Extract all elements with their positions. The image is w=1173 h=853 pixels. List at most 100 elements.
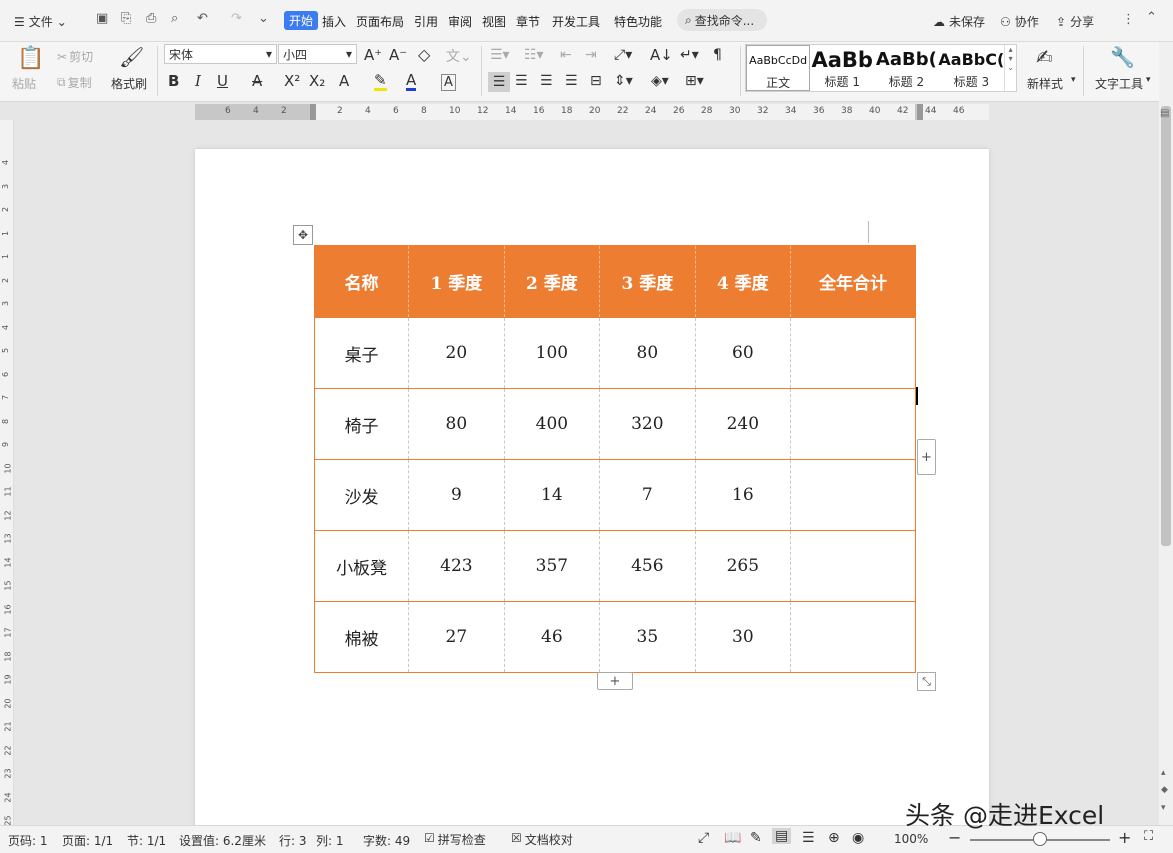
- strikethrough-icon[interactable]: A: [252, 72, 262, 90]
- table-resize-handle[interactable]: ⤡: [917, 672, 936, 691]
- table-cell[interactable]: 320: [599, 388, 696, 460]
- align-right-icon[interactable]: ☰: [540, 73, 553, 89]
- spell-check-button[interactable]: ☑ 拼写检查: [424, 831, 486, 848]
- redo-icon[interactable]: ↷: [231, 11, 242, 26]
- highlight-icon[interactable]: ✎: [374, 72, 387, 91]
- table-cell[interactable]: 小板凳: [314, 530, 410, 602]
- zoom-slider-knob[interactable]: [1033, 832, 1047, 846]
- table-cell[interactable]: 7: [599, 459, 696, 531]
- print-icon[interactable]: ⎙: [146, 11, 156, 26]
- increase-indent-icon[interactable]: ⇥: [585, 47, 597, 63]
- format-painter-button[interactable]: 格式刷: [111, 75, 147, 92]
- fullscreen-icon[interactable]: ⤢: [698, 830, 709, 846]
- justify-icon[interactable]: ☰: [565, 73, 578, 89]
- unsaved-button[interactable]: ☁ 未保存: [933, 13, 985, 30]
- undo-icon[interactable]: ↶: [197, 11, 208, 26]
- table-cell[interactable]: 357: [504, 530, 601, 602]
- status-word-count[interactable]: 字数: 49: [363, 832, 410, 849]
- table-cell[interactable]: 456: [599, 530, 696, 602]
- header-cell[interactable]: 1 季度: [408, 245, 505, 318]
- doc-proof-button[interactable]: ☒ 文档校对: [511, 831, 573, 848]
- subscript-icon[interactable]: X₂: [309, 72, 325, 90]
- table-cell[interactable]: [790, 459, 916, 531]
- table-cell[interactable]: 14: [504, 459, 601, 531]
- copy-button[interactable]: ⧉ 复制: [57, 74, 92, 91]
- left-indent-marker[interactable]: [310, 104, 316, 120]
- status-pages[interactable]: 页面: 1/1: [62, 832, 113, 849]
- tab-chapter[interactable]: 章节: [516, 13, 540, 30]
- outline-view-icon[interactable]: ☰: [802, 830, 815, 846]
- right-indent-marker[interactable]: [917, 104, 923, 120]
- command-search[interactable]: ⌕ 查找命令...: [677, 9, 767, 31]
- tab-review[interactable]: 审阅: [448, 13, 472, 30]
- style-normal[interactable]: AaBbCcDd 正文: [746, 45, 811, 91]
- table-cell[interactable]: 60: [695, 317, 792, 389]
- paragraph-mark-icon[interactable]: ↵▾: [680, 47, 699, 63]
- zoom-out-icon[interactable]: −: [948, 828, 961, 847]
- bold-icon[interactable]: B: [168, 72, 179, 90]
- align-center-icon[interactable]: ☰: [515, 73, 528, 89]
- shading-icon[interactable]: ◈▾: [651, 73, 669, 89]
- header-cell[interactable]: 2 季度: [504, 245, 601, 318]
- shrink-font-icon[interactable]: A⁻: [389, 46, 407, 64]
- header-cell[interactable]: 全年合计: [790, 245, 916, 318]
- cut-button[interactable]: ✂ 剪切: [57, 48, 93, 65]
- borders-icon[interactable]: ⊞▾: [685, 73, 704, 89]
- scroll-up-icon[interactable]: ▴: [1161, 768, 1166, 778]
- table-cell[interactable]: [790, 317, 916, 389]
- save-icon[interactable]: ▣: [96, 11, 108, 26]
- add-column-button[interactable]: +: [917, 439, 936, 475]
- fit-page-icon[interactable]: ⛶: [1144, 829, 1153, 844]
- pinyin-icon[interactable]: 文⌄: [446, 46, 472, 66]
- zoom-level[interactable]: 100%: [894, 832, 928, 846]
- write-mode-icon[interactable]: ✎: [750, 830, 762, 846]
- new-style-button[interactable]: 新样式: [1027, 75, 1063, 92]
- style-heading-2[interactable]: AaBb( 标题 2: [874, 45, 938, 91]
- page-view-icon[interactable]: ▤: [772, 828, 792, 844]
- web-view-icon[interactable]: ⊕: [828, 830, 840, 846]
- more-icon[interactable]: ⋮: [1122, 12, 1135, 27]
- show-hide-icon[interactable]: ¶: [713, 47, 722, 63]
- table-cell[interactable]: 16: [695, 459, 792, 531]
- header-cell[interactable]: 3 季度: [599, 245, 696, 318]
- table-cell[interactable]: 椅子: [314, 388, 410, 460]
- char-border-icon[interactable]: A: [441, 74, 456, 91]
- tab-view[interactable]: 视图: [482, 13, 506, 30]
- export-icon[interactable]: ⎘: [121, 11, 131, 26]
- distribute-icon[interactable]: ⊟: [590, 73, 602, 89]
- table-cell[interactable]: 桌子: [314, 317, 410, 389]
- print-preview-icon[interactable]: ⌕: [171, 11, 178, 26]
- collab-button[interactable]: ⚇ 协作: [1000, 13, 1039, 30]
- table-move-handle[interactable]: ✥: [293, 225, 313, 245]
- scrollbar-thumb[interactable]: [1161, 106, 1171, 546]
- style-heading-1[interactable]: AaBb 标题 1: [810, 45, 874, 91]
- tab-page-layout[interactable]: 页面布局: [356, 13, 404, 30]
- font-size-select[interactable]: 小四 ▾: [278, 44, 357, 64]
- header-cell[interactable]: 名称: [314, 245, 410, 318]
- superscript-icon[interactable]: X²: [284, 72, 300, 90]
- table-cell[interactable]: 46: [504, 601, 601, 673]
- table-cell[interactable]: 423: [408, 530, 505, 602]
- table-cell[interactable]: 35: [599, 601, 696, 673]
- prev-page-icon[interactable]: ◆: [1161, 785, 1168, 795]
- line-spacing-icon[interactable]: ⇕▾: [614, 73, 633, 89]
- vertical-scrollbar[interactable]: [1159, 42, 1173, 825]
- status-page-num[interactable]: 页码: 1: [8, 832, 48, 849]
- table-cell[interactable]: 80: [408, 388, 505, 460]
- text-effect-icon[interactable]: A: [339, 72, 349, 90]
- table-cell[interactable]: 400: [504, 388, 601, 460]
- tab-references[interactable]: 引用: [414, 13, 438, 30]
- status-setting[interactable]: 设置值: 6.2厘米: [179, 832, 266, 849]
- collapse-ribbon-icon[interactable]: ⌃: [1146, 10, 1157, 25]
- table-cell[interactable]: 265: [695, 530, 792, 602]
- text-direction-icon[interactable]: ⤢▾: [614, 47, 632, 63]
- table-cell[interactable]: 100: [504, 317, 601, 389]
- numbering-icon[interactable]: ☷▾: [524, 47, 544, 63]
- share-button[interactable]: ⇪ 分享: [1056, 13, 1094, 30]
- underline-icon[interactable]: U: [217, 72, 228, 90]
- style-scroll[interactable]: ▴ ▾ ⌄: [1004, 45, 1016, 91]
- table-cell[interactable]: 9: [408, 459, 505, 531]
- table-cell[interactable]: [790, 388, 916, 460]
- file-menu[interactable]: ☰ 文件 ⌄: [14, 13, 67, 30]
- next-page-icon[interactable]: ▾: [1161, 803, 1166, 813]
